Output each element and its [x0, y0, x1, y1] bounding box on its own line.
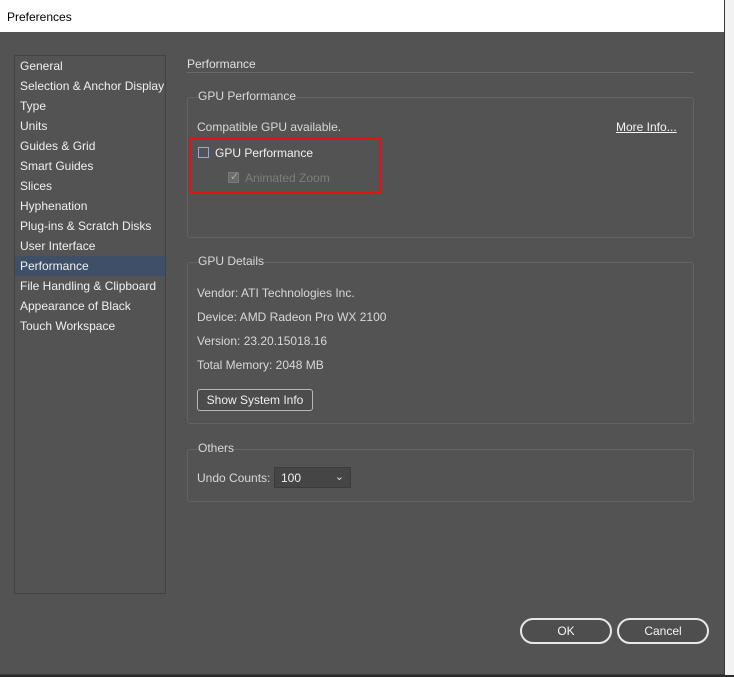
- sidebar-item-type[interactable]: Type: [15, 96, 165, 116]
- sidebar-item-user-interface[interactable]: User Interface: [15, 236, 165, 256]
- sidebar-item-selection-anchor-display[interactable]: Selection & Anchor Display: [15, 76, 165, 96]
- sidebar-item-guides-grid[interactable]: Guides & Grid: [15, 136, 165, 156]
- sidebar-item-performance[interactable]: Performance: [15, 256, 165, 276]
- gpu-memory-text: Total Memory: 2048 MB: [197, 358, 324, 372]
- gpu-device-text: Device: AMD Radeon Pro WX 2100: [197, 310, 387, 324]
- background-strip: [725, 0, 734, 677]
- gpu-performance-group-label: GPU Performance: [198, 89, 297, 103]
- chevron-down-icon: ⌄: [334, 471, 344, 483]
- gpu-status-text: Compatible GPU available.: [197, 120, 342, 134]
- gpu-details-group-label: GPU Details: [198, 254, 265, 268]
- cancel-button[interactable]: Cancel: [617, 618, 709, 644]
- preferences-dialog: Preferences General Selection & Anchor D…: [0, 0, 725, 675]
- title-bar[interactable]: Preferences: [0, 0, 724, 32]
- section-divider: [187, 72, 694, 73]
- sidebar-item-hyphenation[interactable]: Hyphenation: [15, 196, 165, 216]
- more-info-link[interactable]: More Info...: [616, 120, 677, 134]
- undo-counts-value: 100: [281, 471, 302, 485]
- gpu-version-text: Version: 23.20.15018.16: [197, 334, 328, 348]
- undo-counts-label: Undo Counts:: [197, 471, 271, 485]
- sidebar-item-slices[interactable]: Slices: [15, 176, 165, 196]
- sidebar-item-touch-workspace[interactable]: Touch Workspace: [15, 316, 165, 336]
- highlight-annotation-box: [189, 137, 382, 194]
- show-system-info-button[interactable]: Show System Info: [197, 389, 313, 411]
- sidebar-item-smart-guides[interactable]: Smart Guides: [15, 156, 165, 176]
- sidebar-item-general[interactable]: General: [15, 56, 165, 76]
- sidebar-item-file-handling-clipboard[interactable]: File Handling & Clipboard: [15, 276, 165, 296]
- sidebar-item-appearance-of-black[interactable]: Appearance of Black: [15, 296, 165, 316]
- sidebar-item-units[interactable]: Units: [15, 116, 165, 136]
- window-title: Preferences: [7, 10, 72, 24]
- sidebar-item-plugins-scratch-disks[interactable]: Plug-ins & Scratch Disks: [15, 216, 165, 236]
- gpu-vendor-text: Vendor: ATI Technologies Inc.: [197, 286, 355, 300]
- others-group-label: Others: [198, 441, 235, 455]
- section-title: Performance: [187, 57, 256, 71]
- undo-counts-select[interactable]: 100 ⌄: [274, 467, 351, 488]
- ok-button[interactable]: OK: [520, 618, 612, 644]
- category-list: General Selection & Anchor Display Type …: [14, 55, 166, 594]
